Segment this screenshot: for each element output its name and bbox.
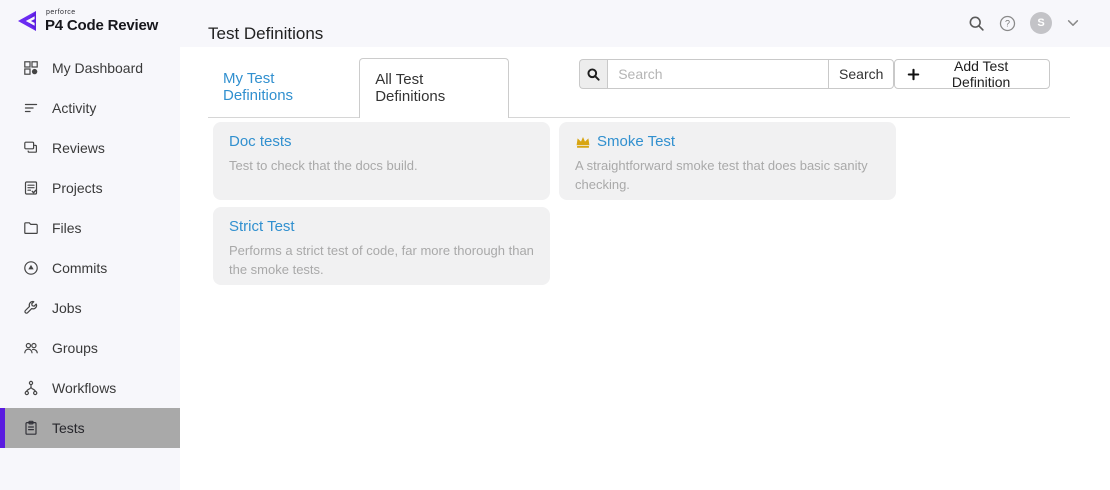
files-folder-icon xyxy=(22,220,39,237)
sidebar-item-commits[interactable]: Commits xyxy=(0,248,180,288)
topbar-icons: ? S xyxy=(968,11,1080,35)
page-title: Test Definitions xyxy=(208,24,323,44)
sidebar-item-label: Tests xyxy=(52,420,85,436)
sidebar-item-activity[interactable]: Activity xyxy=(0,88,180,128)
sidebar-item-label: Projects xyxy=(52,180,103,196)
sidebar-item-label: Commits xyxy=(52,260,107,276)
search-input[interactable] xyxy=(607,59,828,89)
crown-icon xyxy=(575,135,591,149)
workflows-icon xyxy=(22,380,39,397)
jobs-wrench-icon xyxy=(22,300,39,317)
add-test-definition-label: Add Test Definition xyxy=(925,58,1037,90)
tab-all-test-definitions[interactable]: All Test Definitions xyxy=(359,58,509,118)
test-definition-cards: Doc tests Test to check that the docs bu… xyxy=(213,122,896,285)
sidebar-item-label: Jobs xyxy=(52,300,82,316)
search-group: Search xyxy=(579,59,894,89)
perforce-logo-icon xyxy=(15,9,39,33)
test-definition-description: Performs a strict test of code, far more… xyxy=(229,241,534,279)
sidebar-item-reviews[interactable]: Reviews xyxy=(0,128,180,168)
sidebar-item-label: Reviews xyxy=(52,140,105,156)
main-content: My Test Definitions All Test Definitions… xyxy=(180,47,1110,490)
search-icon[interactable] xyxy=(968,15,985,32)
activity-icon xyxy=(22,100,39,117)
add-test-definition-button[interactable]: Add Test Definition xyxy=(894,59,1050,89)
active-indicator xyxy=(0,408,5,448)
page: { "brand": { "company": "perforce", "app… xyxy=(0,0,1110,490)
test-definition-card[interactable]: Doc tests Test to check that the docs bu… xyxy=(213,122,550,200)
user-avatar[interactable]: S xyxy=(1030,12,1052,34)
search-button[interactable]: Search xyxy=(828,59,894,89)
test-definition-link[interactable]: Doc tests xyxy=(229,133,292,150)
sidebar-item-files[interactable]: Files xyxy=(0,208,180,248)
search-addon-icon[interactable] xyxy=(579,59,607,89)
tab-my-test-definitions[interactable]: My Test Definitions xyxy=(208,58,359,116)
app-logo[interactable]: perforce P4 Code Review xyxy=(15,9,158,33)
test-definition-description: Test to check that the docs build. xyxy=(229,156,534,175)
sidebar-item-workflows[interactable]: Workflows xyxy=(0,368,180,408)
help-icon[interactable]: ? xyxy=(999,15,1016,32)
tab-bar: My Test Definitions All Test Definitions… xyxy=(208,58,1070,118)
logo-text: perforce P4 Code Review xyxy=(45,9,158,33)
sidebar-item-tests[interactable]: Tests xyxy=(0,408,180,448)
tests-clipboard-icon xyxy=(22,420,39,437)
sidebar-item-label: Activity xyxy=(52,100,96,116)
brand-company: perforce xyxy=(46,9,158,16)
test-definition-link[interactable]: Smoke Test xyxy=(597,133,675,150)
test-definition-card[interactable]: Strict Test Performs a strict test of co… xyxy=(213,207,550,285)
sidebar-item-label: Groups xyxy=(52,340,98,356)
dashboard-grid-icon xyxy=(22,60,39,77)
reviews-icon xyxy=(22,140,39,157)
sidebar-item-groups[interactable]: Groups xyxy=(0,328,180,368)
sidebar-item-label: My Dashboard xyxy=(52,60,143,76)
sidebar-item-projects[interactable]: Projects xyxy=(0,168,180,208)
test-definition-card[interactable]: Smoke Test A straightforward smoke test … xyxy=(559,122,896,200)
brand-app-name: P4 Code Review xyxy=(45,18,158,33)
groups-icon xyxy=(22,340,39,357)
commits-icon xyxy=(22,260,39,277)
sidebar-menu: My Dashboard Activity Reviews xyxy=(0,48,180,448)
sidebar-item-jobs[interactable]: Jobs xyxy=(0,288,180,328)
plus-icon xyxy=(907,68,920,81)
sidebar: perforce P4 Code Review My Dashboard Act… xyxy=(0,0,180,490)
sidebar-item-my-dashboard[interactable]: My Dashboard xyxy=(0,48,180,88)
test-definition-link[interactable]: Strict Test xyxy=(229,218,295,235)
chevron-down-icon[interactable] xyxy=(1066,16,1080,30)
test-definition-description: A straightforward smoke test that does b… xyxy=(575,156,880,194)
sidebar-item-label: Files xyxy=(52,220,82,236)
svg-text:?: ? xyxy=(1005,18,1010,28)
projects-icon xyxy=(22,180,39,197)
sidebar-item-label: Workflows xyxy=(52,380,116,396)
